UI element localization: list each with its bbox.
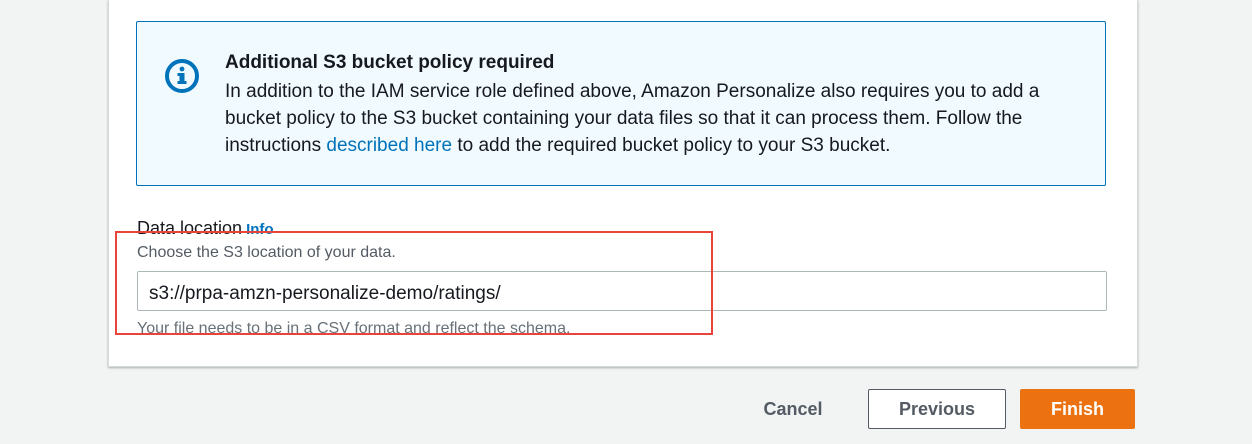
cancel-button[interactable]: Cancel xyxy=(742,389,844,429)
finish-button[interactable]: Finish xyxy=(1020,389,1135,429)
alert-body-text-end: to add the required bucket policy to you… xyxy=(452,135,891,156)
info-circle-icon xyxy=(164,58,200,94)
alert-title: Additional S3 bucket policy required xyxy=(225,52,555,73)
previous-button[interactable]: Previous xyxy=(868,389,1006,429)
data-location-constraint: Your file needs to be in a CSV format an… xyxy=(137,320,571,337)
info-link[interactable]: Info xyxy=(246,221,274,238)
alert-body: In addition to the IAM service role defi… xyxy=(225,78,1085,159)
data-location-label-row: Data location Info xyxy=(137,218,274,239)
data-location-description: Choose the S3 location of your data. xyxy=(137,244,396,261)
data-location-label: Data location xyxy=(137,218,243,238)
data-location-input[interactable]: s3://prpa-amzn-personalize-demo/ratings/ xyxy=(137,271,1107,311)
info-alert: Additional S3 bucket policy required In … xyxy=(136,21,1106,186)
described-here-link[interactable]: described here xyxy=(326,135,452,156)
